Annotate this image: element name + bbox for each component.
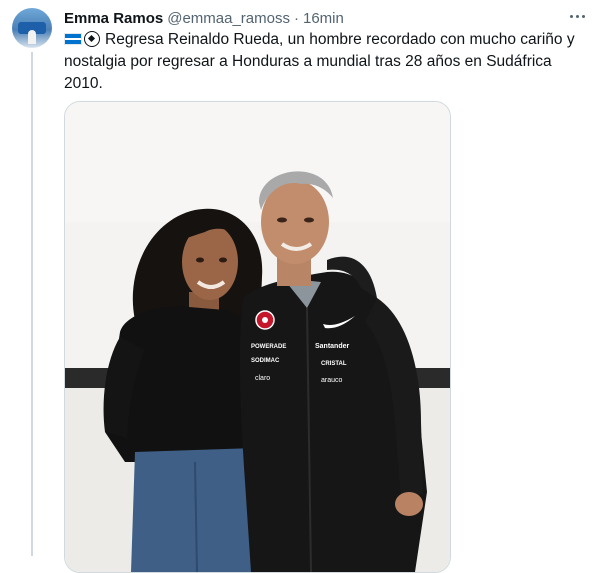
separator-dot: · [293, 9, 299, 27]
timestamp[interactable]: 16min [303, 10, 344, 27]
tweet-header: Emma Ramos @emmaa_ramoss · 16min [64, 8, 583, 28]
honduras-flag-icon [64, 33, 82, 45]
sponsor-sodimac: SODIMAC [251, 358, 280, 364]
tweet-text: Regresa Reinaldo Rueda, un hombre record… [64, 29, 580, 95]
tweet-media[interactable]: POWERADE SODIMAC claro Santander CRISTAL… [64, 101, 451, 573]
sponsor-santander: Santander [315, 343, 350, 350]
avatar-column [12, 8, 52, 48]
sponsor-powerade: POWERADE [251, 344, 286, 350]
soccer-ball-icon [84, 31, 100, 47]
tweet-body: Regresa Reinaldo Rueda, un hombre record… [64, 31, 575, 92]
sponsor-claro: claro [255, 375, 270, 382]
sponsor-arauco: arauco [321, 377, 343, 384]
author-handle[interactable]: @emmaa_ramoss [167, 10, 290, 27]
avatar[interactable] [12, 8, 52, 48]
tweet[interactable]: Emma Ramos @emmaa_ramoss · 16min Regresa… [0, 0, 595, 573]
sponsor-cristal: CRISTAL [321, 361, 347, 367]
thread-line [31, 52, 33, 556]
author-name[interactable]: Emma Ramos [64, 10, 163, 27]
more-options-icon[interactable] [565, 6, 589, 26]
avatar-person-shape [28, 30, 36, 44]
tweet-photo[interactable]: POWERADE SODIMAC claro Santander CRISTAL… [65, 102, 450, 572]
